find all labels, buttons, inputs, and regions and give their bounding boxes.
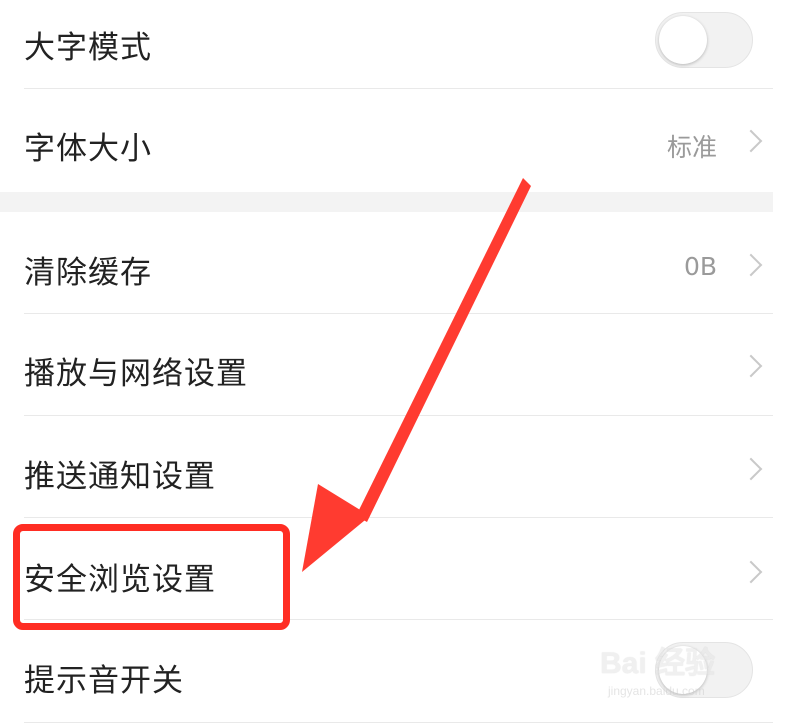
toggle-knob	[659, 16, 707, 64]
watermark-url: jingyan.baidu.com	[608, 684, 705, 698]
setting-row-clear-cache[interactable]: 清除缓存 0B	[0, 212, 773, 313]
watermark-brand: Bai 经验	[600, 647, 716, 680]
setting-value-clear-cache: 0B	[683, 252, 717, 281]
setting-label-playback-network: 播放与网络设置	[24, 356, 248, 392]
chevron-right-icon	[739, 354, 763, 378]
setting-row-playback-network[interactable]: 播放与网络设置	[0, 314, 773, 415]
chevron-right-icon	[739, 560, 763, 584]
setting-value-font-size: 标准	[666, 133, 717, 162]
chevron-right-icon	[739, 253, 763, 277]
row-divider	[24, 722, 773, 723]
setting-label-clear-cache: 清除缓存	[24, 255, 152, 291]
setting-label-large-text-mode: 大字模式	[24, 30, 152, 66]
setting-row-push-notifications[interactable]: 推送通知设置	[0, 416, 773, 517]
settings-page: 大字模式 字体大小 标准 清除缓存 0B 播放与网络设置 推送通知设置 安全浏览…	[0, 0, 791, 726]
chevron-right-icon	[739, 457, 763, 481]
setting-row-large-text-mode[interactable]: 大字模式	[0, 0, 773, 88]
chevron-right-icon	[739, 129, 763, 153]
setting-label-sound-toggle: 提示音开关	[24, 663, 184, 699]
setting-label-font-size: 字体大小	[24, 131, 152, 167]
setting-row-font-size[interactable]: 字体大小 标准	[0, 89, 773, 191]
large-text-mode-toggle[interactable]	[655, 12, 753, 68]
section-separator	[0, 192, 773, 212]
setting-label-push-notifications: 推送通知设置	[24, 459, 216, 495]
highlight-box-annotation	[13, 524, 290, 630]
baidu-jingyan-watermark: Bai 经验 jingyan.baidu.com	[600, 632, 760, 712]
